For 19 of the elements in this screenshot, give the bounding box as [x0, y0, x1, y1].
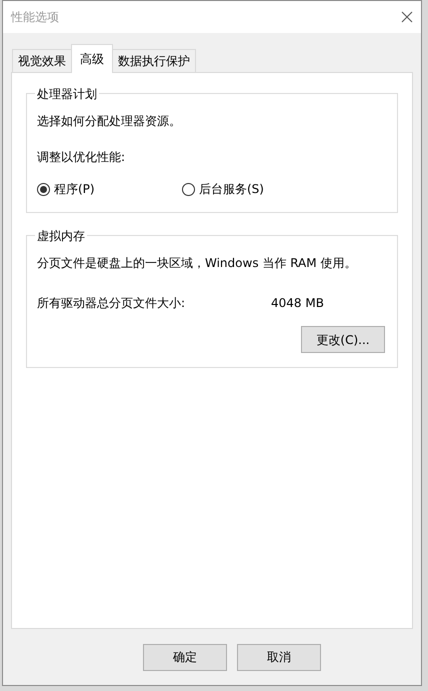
- change-button[interactable]: 更改(C)...: [301, 326, 385, 353]
- close-icon[interactable]: [401, 11, 413, 23]
- size-value: 4048 MB: [271, 295, 324, 312]
- tab[interactable]: 高级: [71, 44, 113, 73]
- description-text: 分页文件是硬盘上的一块区域，Windows 当作 RAM 使用。: [37, 255, 358, 272]
- prompt-label: 调整以优化性能:: [37, 149, 126, 166]
- group-title: 虚拟内存: [35, 227, 87, 245]
- window-title: 性能选项: [11, 9, 59, 26]
- dialog-button[interactable]: 取消: [237, 644, 321, 670]
- group-title: 处理器计划: [35, 85, 99, 103]
- radio-button[interactable]: [37, 182, 50, 196]
- dialog-button[interactable]: 确定: [143, 644, 227, 670]
- radio-button[interactable]: [182, 182, 195, 196]
- radio-label[interactable]: 后台服务(S): [199, 180, 264, 198]
- radio-label[interactable]: 程序(P): [54, 180, 95, 198]
- size-label: 所有驱动器总分页文件大小:: [37, 295, 186, 312]
- description-text: 选择如何分配处理器资源。: [37, 113, 182, 130]
- tab[interactable]: 数据执行保护: [112, 49, 196, 72]
- tab[interactable]: 视觉效果: [12, 49, 72, 72]
